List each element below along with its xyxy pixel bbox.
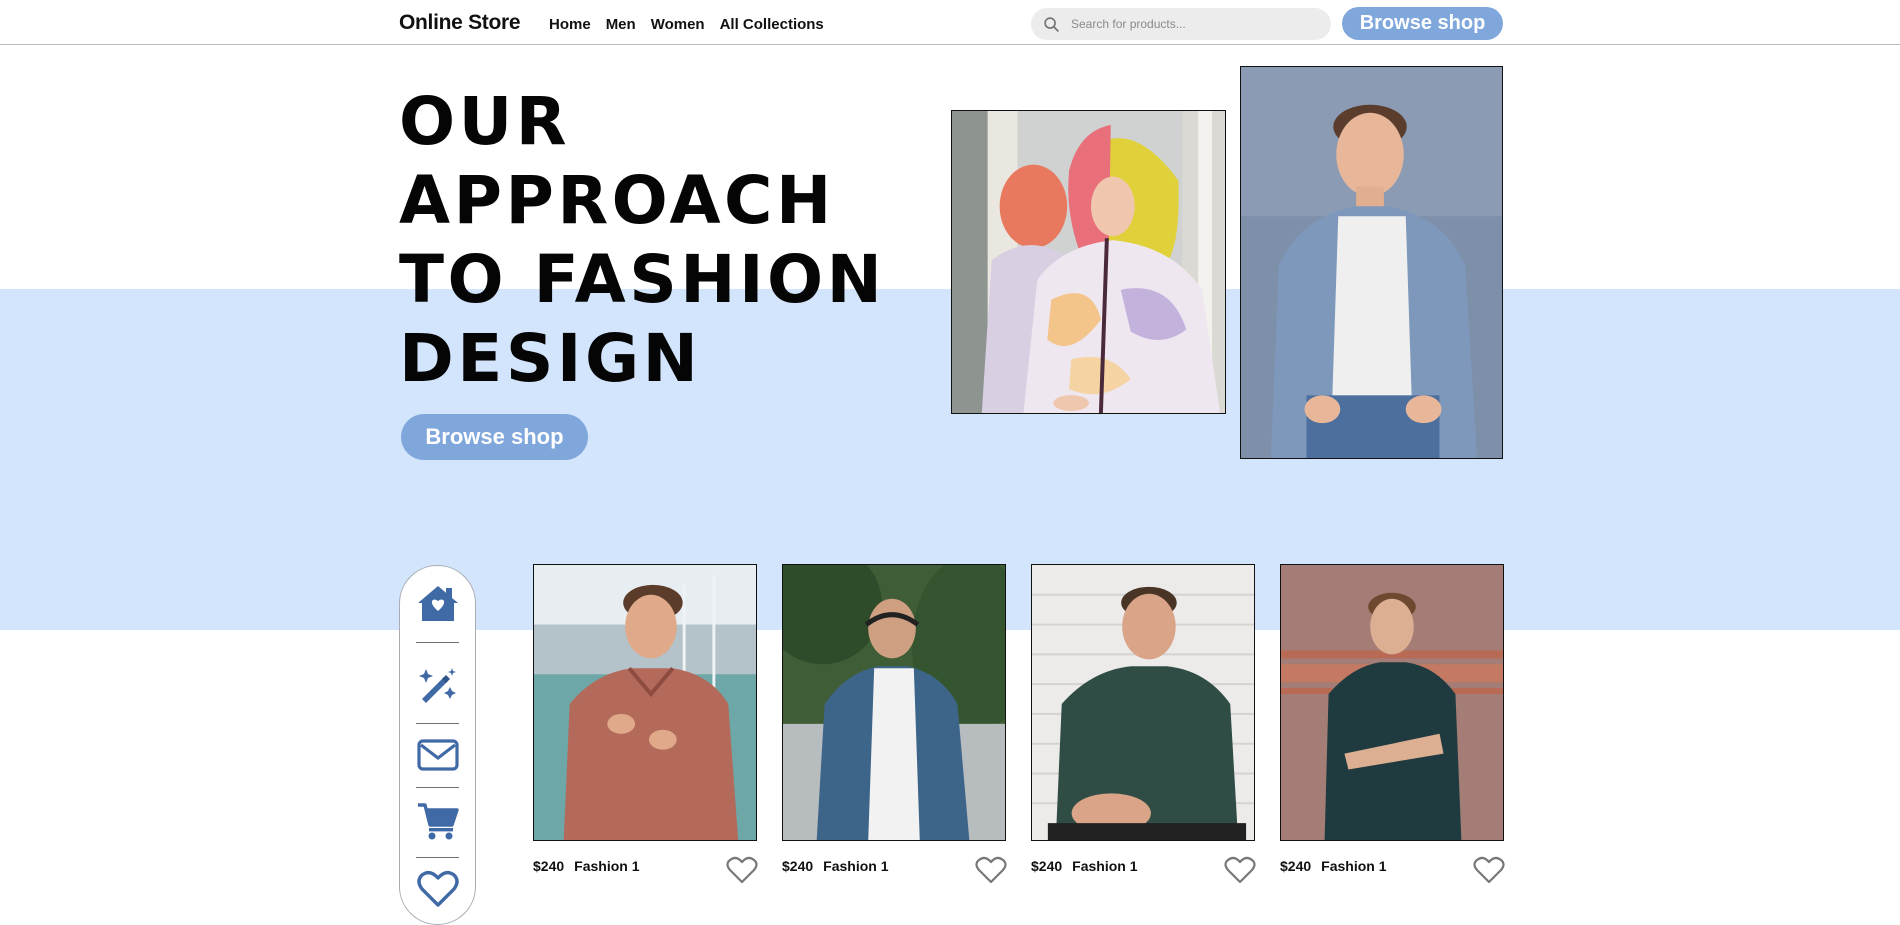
search-input[interactable]: [1069, 16, 1313, 32]
side-nav-messages[interactable]: [400, 737, 475, 773]
heart-outline-icon[interactable]: [1473, 856, 1505, 884]
green-henley-man-photo[interactable]: [1031, 564, 1255, 841]
hero-title: OUR APPROACH TO FASHION DESIGN: [399, 82, 885, 398]
product-meta: $240 Fashion 1: [1031, 858, 1138, 874]
nav-link-all-collections[interactable]: All Collections: [720, 16, 824, 33]
side-nav-divider: [416, 857, 459, 858]
denim-shirt-man-photo: [1240, 66, 1503, 459]
heart-outline-icon[interactable]: [726, 856, 758, 884]
hero-browse-shop-button[interactable]: Browse shop: [401, 414, 588, 460]
hero-title-line: OUR: [399, 83, 571, 160]
product-card[interactable]: $240 Fashion 1: [1280, 564, 1505, 884]
tie-dye-jacket-photo: [951, 110, 1226, 414]
hero-title-line: APPROACH: [399, 162, 835, 239]
side-nav-magic[interactable]: [400, 665, 475, 705]
hero-title-line: TO FASHION: [399, 241, 886, 318]
product-card[interactable]: $240 Fashion 1: [1031, 564, 1256, 884]
red-polo-man-photo[interactable]: [533, 564, 757, 841]
nav-link-home[interactable]: Home: [549, 16, 591, 33]
side-nav-divider: [416, 642, 459, 643]
product-price: $240: [1031, 858, 1063, 874]
envelope-icon: [416, 739, 459, 771]
product-name: Fashion 1: [1072, 858, 1138, 874]
product-name: Fashion 1: [574, 858, 640, 874]
search-bar[interactable]: [1031, 8, 1331, 40]
product-name: Fashion 1: [1321, 858, 1387, 874]
nav-link-men[interactable]: Men: [606, 16, 636, 33]
heart-icon: [416, 870, 459, 907]
hero-title-line: DESIGN: [399, 320, 702, 397]
product-price: $240: [782, 858, 814, 874]
side-nav-home[interactable]: [400, 583, 475, 623]
dark-tee-man-photo[interactable]: [1280, 564, 1504, 841]
denim-jacket-man-photo[interactable]: [782, 564, 1006, 841]
product-price: $240: [1280, 858, 1312, 874]
nav-link-women[interactable]: Women: [651, 16, 705, 33]
heart-outline-icon[interactable]: [975, 856, 1007, 884]
side-nav-wishlist[interactable]: [400, 869, 475, 909]
side-nav-cart[interactable]: [400, 801, 475, 841]
product-meta: $240 Fashion 1: [1280, 858, 1387, 874]
home-icon: [417, 586, 458, 621]
product-name: Fashion 1: [823, 858, 889, 874]
product-card[interactable]: $240 Fashion 1: [782, 564, 1007, 884]
product-card[interactable]: $240 Fashion 1: [533, 564, 758, 884]
product-meta: $240 Fashion 1: [533, 858, 640, 874]
main-nav: Home Men Women All Collections: [549, 16, 824, 33]
magic-wand-icon: [418, 668, 456, 703]
cart-icon: [417, 803, 459, 840]
search-icon[interactable]: [1043, 16, 1060, 33]
product-price: $240: [533, 858, 565, 874]
heart-outline-icon[interactable]: [1224, 856, 1256, 884]
brand-logo[interactable]: Online Store: [399, 11, 521, 35]
side-nav-rail: [399, 565, 476, 925]
top-navbar: Online Store Home Men Women All Collecti…: [0, 0, 1900, 45]
product-meta: $240 Fashion 1: [782, 858, 889, 874]
side-nav-divider: [416, 787, 459, 788]
browse-shop-button[interactable]: Browse shop: [1342, 7, 1503, 40]
side-nav-divider: [416, 723, 459, 724]
